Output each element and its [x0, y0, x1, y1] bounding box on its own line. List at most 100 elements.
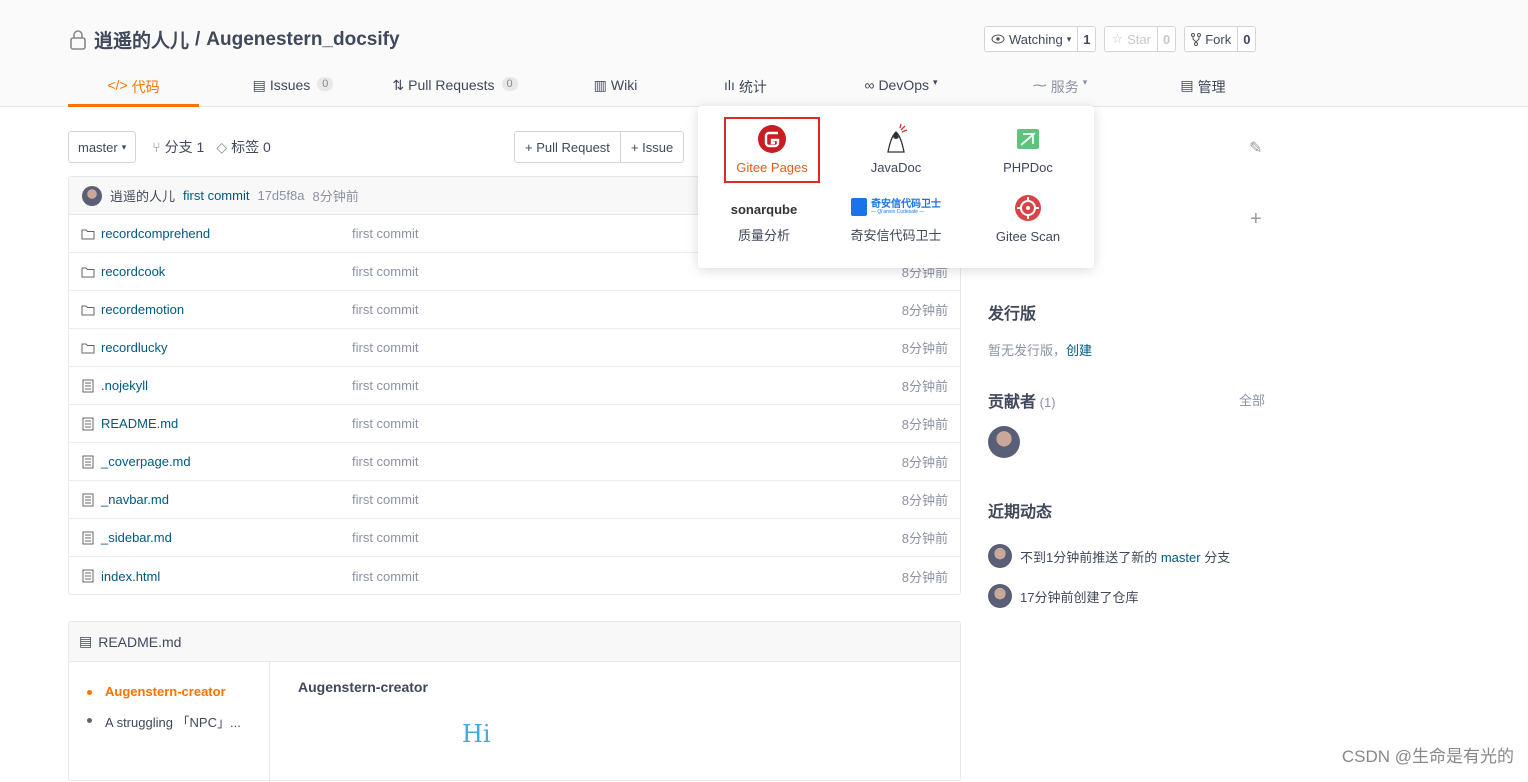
file-commit-message[interactable]: first commit — [352, 454, 418, 469]
file-row[interactable]: _sidebar.mdfirst commit8分钟前 — [69, 519, 960, 557]
file-commit-message[interactable]: first commit — [352, 264, 418, 279]
file-commit-time: 8分钟前 — [902, 338, 948, 357]
service-label: Gitee Scan — [996, 229, 1060, 244]
file-row[interactable]: recordemotionfirst commit8分钟前 — [69, 291, 960, 329]
toc-item[interactable]: A struggling 「NPC」... — [85, 712, 269, 731]
activity-title: 近期动态 — [988, 498, 1230, 522]
file-name-text[interactable]: README.md — [101, 416, 178, 431]
watch-count[interactable]: 1 — [1078, 27, 1095, 51]
file-name[interactable]: _navbar.md — [81, 492, 169, 507]
caret-down-icon: ▾ — [933, 77, 938, 88]
file-name[interactable]: _sidebar.md — [81, 530, 172, 545]
file-commit-message[interactable]: first commit — [352, 530, 418, 545]
repo-header: 逍遥的人儿 / Augenestern_docsify Watching▾ 1 … — [0, 0, 1528, 107]
star-button[interactable]: ☆Star 0 — [1104, 26, 1176, 52]
file-commit-message[interactable]: first commit — [352, 416, 418, 431]
star-count[interactable]: 0 — [1158, 27, 1175, 51]
avatar[interactable] — [988, 584, 1012, 608]
tab-manage[interactable]: ▤管理 — [1178, 72, 1228, 107]
service-sonarqube[interactable]: sonarqube 质量分析 — [698, 192, 830, 254]
tab-issues[interactable]: ▤Issues0 — [238, 72, 348, 107]
javadoc-icon — [883, 124, 909, 154]
repo-owner-link[interactable]: 逍遥的人儿 — [94, 26, 189, 53]
commit-author[interactable]: 逍遥的人儿 — [110, 186, 175, 205]
commit-hash[interactable]: 17d5f8a — [257, 188, 304, 203]
file-name-text[interactable]: index.html — [101, 569, 160, 584]
activity-branch-link[interactable]: master — [1161, 550, 1201, 565]
file-icon — [81, 493, 95, 507]
file-row[interactable]: index.html first commit 8分钟前 — [69, 557, 960, 595]
tags-link[interactable]: ◇标签 0 — [216, 137, 270, 157]
fork-button[interactable]: Fork 0 — [1184, 26, 1256, 52]
tab-pull-requests[interactable]: ⇅Pull Requests0 — [390, 72, 520, 107]
file-name-text[interactable]: _sidebar.md — [101, 530, 172, 545]
tab-stats[interactable]: ılı统计 — [718, 72, 773, 107]
file-commit-message[interactable]: first commit — [352, 378, 418, 393]
file-name[interactable]: recordemotion — [81, 302, 184, 317]
branch-select[interactable]: master▾ — [68, 131, 136, 163]
file-commit-message[interactable]: first commit — [352, 569, 418, 584]
file-name[interactable]: .nojekyll — [81, 378, 148, 393]
file-commit-message[interactable]: first commit — [352, 492, 418, 507]
repo-name-link[interactable]: Augenestern_docsify — [206, 29, 399, 51]
file-name[interactable]: index.html — [81, 569, 160, 584]
file-name-text[interactable]: recordcomprehend — [101, 226, 210, 241]
avatar[interactable] — [82, 186, 102, 206]
tag-icon: ◇ — [216, 139, 227, 156]
contributor-avatar[interactable] — [988, 426, 1020, 458]
service-qianxin-codesafe[interactable]: 奇安信代码卫士— Qi'anxin Codesafe — 奇安信代码卫士 — [830, 192, 962, 254]
file-commit-message[interactable]: first commit — [352, 302, 418, 317]
service-javadoc[interactable]: JavaDoc — [830, 117, 962, 179]
edit-icon[interactable]: ✎ — [1249, 138, 1262, 158]
service-gitee-pages[interactable]: Gitee Pages — [724, 117, 820, 183]
fork-count[interactable]: 0 — [1238, 27, 1255, 51]
file-name-text[interactable]: recordlucky — [101, 340, 167, 355]
plus-icon[interactable]: + — [1250, 208, 1262, 231]
wiki-icon: ▥ — [594, 77, 607, 94]
fork-icon — [1191, 33, 1201, 46]
file-name-text[interactable]: .nojekyll — [101, 378, 148, 393]
file-name[interactable]: _coverpage.md — [81, 454, 191, 469]
tab-wiki[interactable]: ▥Wiki — [588, 72, 643, 107]
file-row[interactable]: recordlucky first commit 8分钟前 — [69, 329, 960, 367]
file-row[interactable]: _navbar.mdfirst commit8分钟前 — [69, 481, 960, 519]
tab-service[interactable]: ⁓服务▾ — [1025, 72, 1095, 107]
avatar[interactable] — [988, 544, 1012, 568]
tab-devops[interactable]: ∞DevOps▾ — [855, 72, 947, 107]
service-phpdoc[interactable]: PHPDoc — [962, 117, 1094, 179]
file-name[interactable]: README.md — [81, 416, 178, 431]
file-commit-time: 8分钟前 — [902, 567, 948, 586]
new-issue-button[interactable]: + Issue — [620, 132, 683, 162]
fork-label: Fork — [1205, 32, 1231, 47]
file-row[interactable]: README.mdfirst commit8分钟前 — [69, 405, 960, 443]
commit-message[interactable]: first commit — [183, 188, 249, 203]
file-name[interactable]: recordcomprehend — [81, 226, 210, 241]
file-name-text[interactable]: _coverpage.md — [101, 454, 191, 469]
file-row[interactable]: .nojekyllfirst commit8分钟前 — [69, 367, 960, 405]
all-contributors-link[interactable]: 全部 — [1239, 390, 1265, 409]
toc-item[interactable]: Augenstern-creator — [85, 684, 269, 699]
file-name[interactable]: recordcook — [81, 264, 165, 279]
branches-link[interactable]: ⑂分支 1 — [152, 137, 204, 157]
file-commit-message[interactable]: first commit — [352, 340, 418, 355]
watch-button[interactable]: Watching▾ 1 — [984, 26, 1096, 52]
watermark: CSDN @生命是有光的 — [1342, 742, 1514, 767]
issues-icon: ▤ — [253, 77, 266, 94]
file-row[interactable]: _coverpage.mdfirst commit8分钟前 — [69, 443, 960, 481]
readme-heading: Augenstern-creator — [298, 679, 428, 695]
tab-code[interactable]: </>代码 — [68, 72, 199, 107]
file-name-text[interactable]: recordemotion — [101, 302, 184, 317]
service-gitee-scan[interactable]: Gitee Scan — [962, 192, 1094, 254]
create-release-link[interactable]: 创建 — [1066, 343, 1092, 358]
file-name-text[interactable]: _navbar.md — [101, 492, 169, 507]
readme-hi-text: Hi — [462, 720, 491, 748]
new-pull-request-button[interactable]: + Pull Request — [515, 132, 620, 162]
readme-panel: ▤README.md Augenstern-creator A struggli… — [68, 621, 961, 781]
file-commit-message[interactable]: first commit — [352, 226, 418, 241]
activity-item: 不到1分钟前推送了新的 master 分支 — [988, 544, 1230, 568]
file-name-text[interactable]: recordcook — [101, 264, 165, 279]
folder-icon — [81, 265, 95, 279]
file-name[interactable]: recordlucky — [81, 340, 167, 355]
tab-stats-label: 统计 — [739, 77, 767, 97]
file-icon: ▤ — [79, 633, 92, 650]
